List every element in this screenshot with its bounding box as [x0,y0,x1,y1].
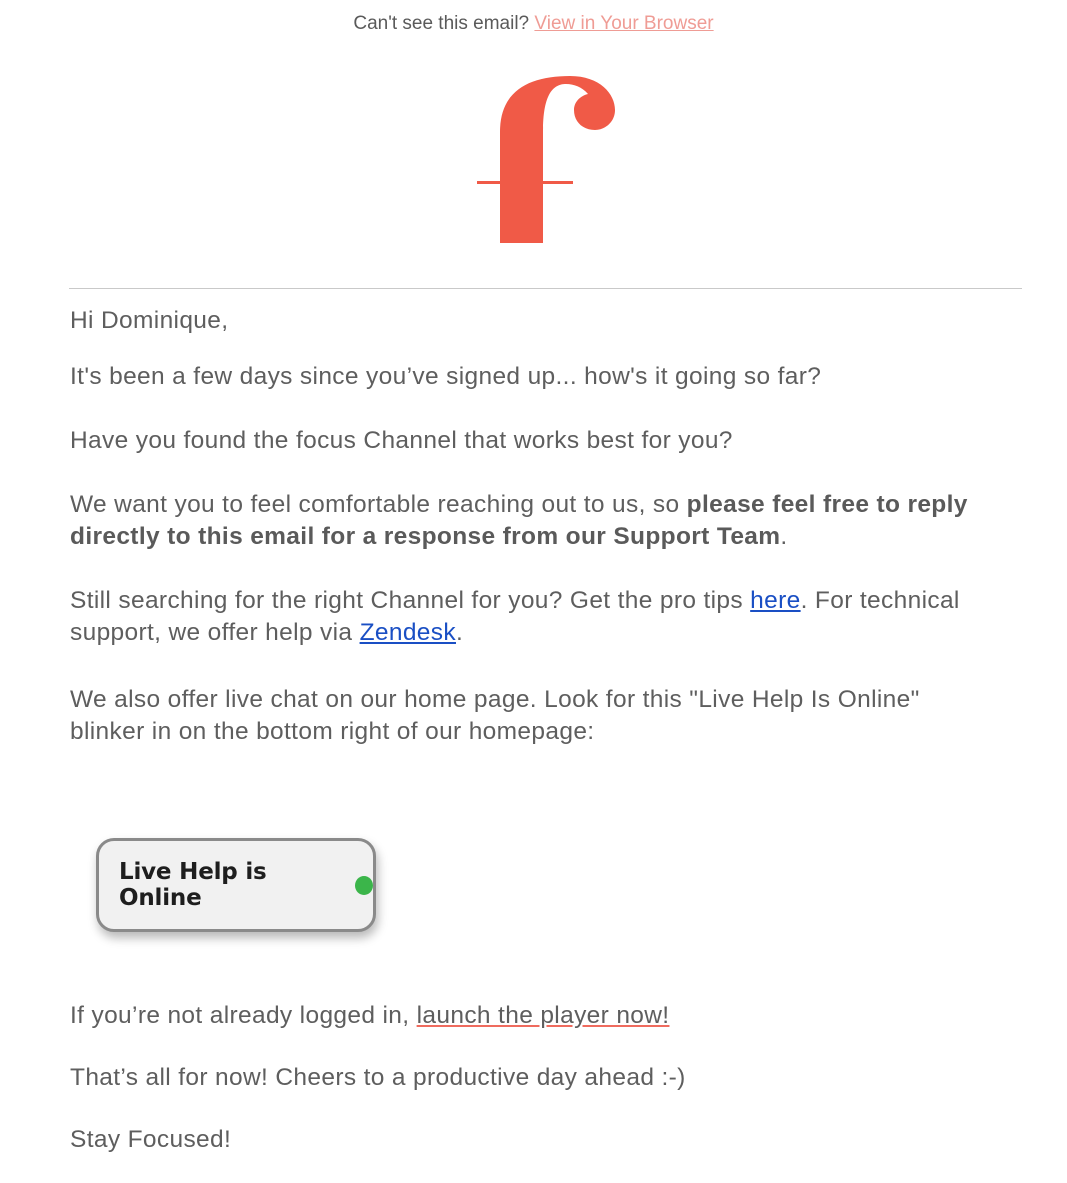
paragraph-cheers: That’s all for now! Cheers to a producti… [70,1064,686,1091]
view-in-browser-line: Can't see this email? View in Your Brows… [0,12,1067,36]
paragraph-launch: If you’re not already logged in, launch … [70,1000,1030,1032]
here-link[interactable]: here [750,587,800,614]
pro-tips-text-start: Still searching for the right Channel fo… [70,587,751,614]
support-text-start: We want you to feel comfortable reaching… [70,491,687,518]
greeting: Hi Dominique, [70,307,229,334]
paragraph-channel: Have you found the focus Channel that wo… [70,427,733,454]
online-status-dot-icon [354,875,373,895]
live-help-badge-image: Live Help is Online [96,838,376,932]
live-help-label: Live Help is Online [119,859,267,911]
launch-text-start: If you’re not already logged in, [70,1002,417,1029]
f-logo-icon [477,76,615,243]
paragraph-signup: It's been a few days since you’ve signed… [70,363,822,390]
pro-tips-text-end: . [455,619,464,646]
support-text-end: . [780,523,788,550]
signoff: Stay Focused! [70,1126,232,1153]
launch-player-link[interactable]: launch the player now! [417,1002,670,1029]
paragraph-pro-tips: Still searching for the right Channel fo… [70,585,1025,649]
cant-see-text: Can't see this email? [353,13,530,34]
view-in-browser-link[interactable]: View in Your Browser [534,13,713,34]
header-divider [69,288,1022,289]
paragraph-live-chat: We also offer live chat on our home page… [70,686,920,745]
paragraph-support: We want you to feel comfortable reaching… [70,489,1000,553]
zendesk-link[interactable]: Zendesk [360,619,456,646]
